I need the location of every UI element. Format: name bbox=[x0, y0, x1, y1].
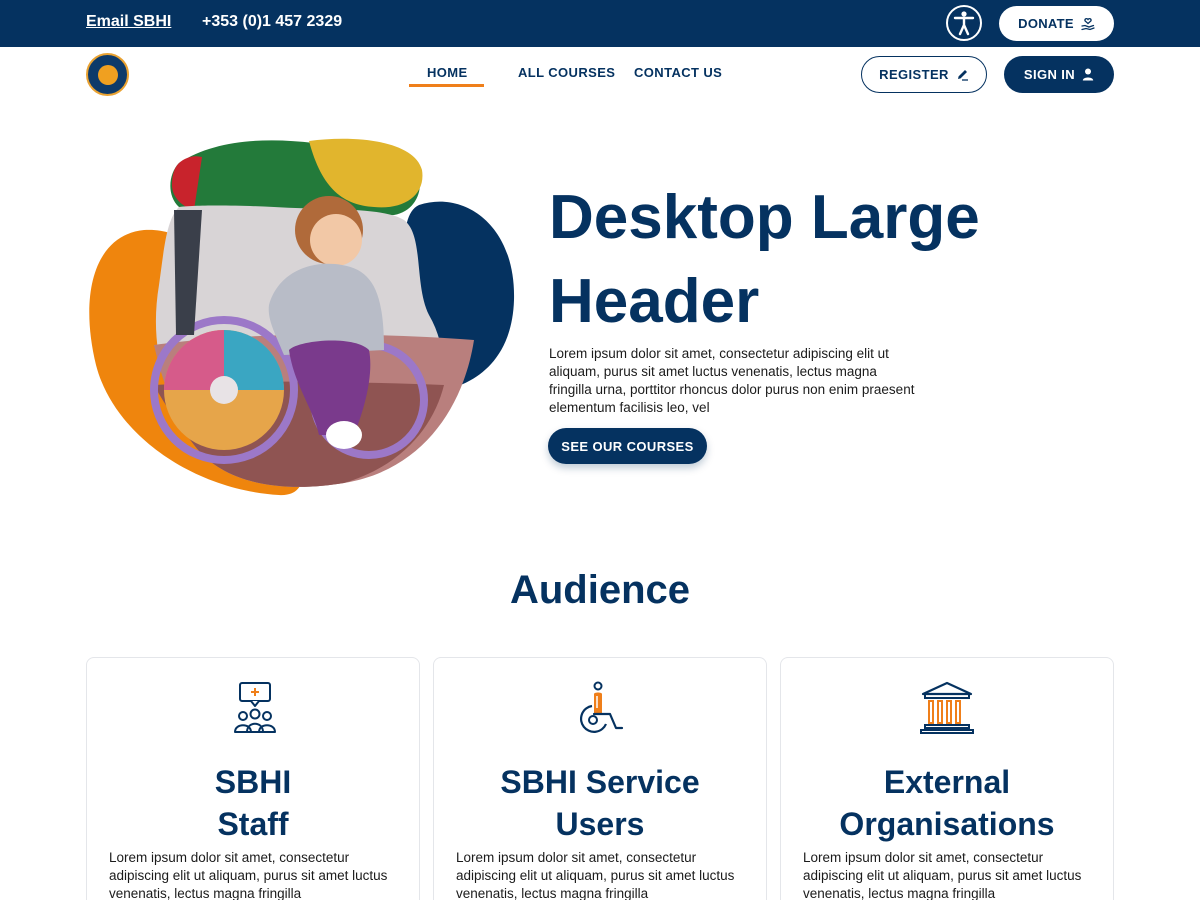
donate-label: DONATE bbox=[1018, 16, 1074, 31]
card-title-line1: SBHI bbox=[214, 764, 292, 800]
user-icon bbox=[1082, 68, 1094, 81]
phone-number[interactable]: +353 (0)1 457 2329 bbox=[202, 13, 342, 31]
see-our-courses-button[interactable]: SEE OUR COURSES bbox=[548, 428, 707, 464]
hero-image bbox=[89, 138, 515, 496]
sbhi-logo[interactable] bbox=[86, 53, 129, 96]
card-description: Lorem ipsum dolor sit amet, consectetur … bbox=[803, 850, 1082, 900]
card-title-line2: Users bbox=[555, 806, 645, 842]
card-title: SBHI Staff bbox=[107, 761, 399, 845]
audience-title: Audience bbox=[509, 568, 691, 612]
register-label: REGISTER bbox=[879, 67, 949, 82]
institution-building-icon bbox=[920, 681, 974, 734]
card-description: Lorem ipsum dolor sit amet, consectetur … bbox=[109, 850, 388, 900]
sign-in-button[interactable]: SIGN IN bbox=[1004, 56, 1114, 93]
accessibility-icon bbox=[953, 11, 975, 36]
hand-heart-icon bbox=[1081, 17, 1095, 30]
nav-contact-us[interactable]: CONTACT US bbox=[634, 65, 722, 80]
nav-all-courses[interactable]: ALL COURSES bbox=[518, 65, 615, 80]
card-title: SBHI Service Users bbox=[454, 761, 746, 845]
nav-active-indicator bbox=[409, 84, 484, 87]
card-title: External Organisations bbox=[801, 761, 1093, 845]
pencil-icon bbox=[957, 70, 968, 81]
hero-description: Lorem ipsum dolor sit amet, consectetur … bbox=[549, 346, 915, 415]
accessibility-button[interactable] bbox=[946, 5, 982, 41]
card-title-line2: Organisations bbox=[839, 806, 1055, 842]
top-bar: Email SBHI +353 (0)1 457 2329 DONATE bbox=[0, 0, 1200, 47]
staff-group-icon bbox=[234, 682, 276, 733]
nav-home[interactable]: HOME bbox=[427, 65, 468, 80]
card-title-line2: Staff bbox=[217, 806, 289, 842]
card-title-line1: SBHI Service bbox=[500, 764, 700, 800]
audience-card-staff[interactable]: SBHI Staff Lorem ipsum dolor sit amet, c… bbox=[86, 657, 420, 900]
card-description: Lorem ipsum dolor sit amet, consectetur … bbox=[456, 850, 735, 900]
email-link[interactable]: Email SBHI bbox=[86, 13, 171, 31]
donate-button[interactable]: DONATE bbox=[999, 6, 1114, 41]
audience-card-external-orgs[interactable]: External Organisations Lorem ipsum dolor… bbox=[780, 657, 1114, 900]
register-button[interactable]: REGISTER bbox=[861, 56, 987, 93]
hero-title: Desktop Large Header bbox=[549, 183, 980, 336]
sign-in-label: SIGN IN bbox=[1023, 67, 1076, 82]
card-title-line1: External bbox=[883, 764, 1011, 800]
wheelchair-user-icon bbox=[579, 681, 624, 733]
audience-card-service-users[interactable]: SBHI Service Users Lorem ipsum dolor sit… bbox=[433, 657, 767, 900]
